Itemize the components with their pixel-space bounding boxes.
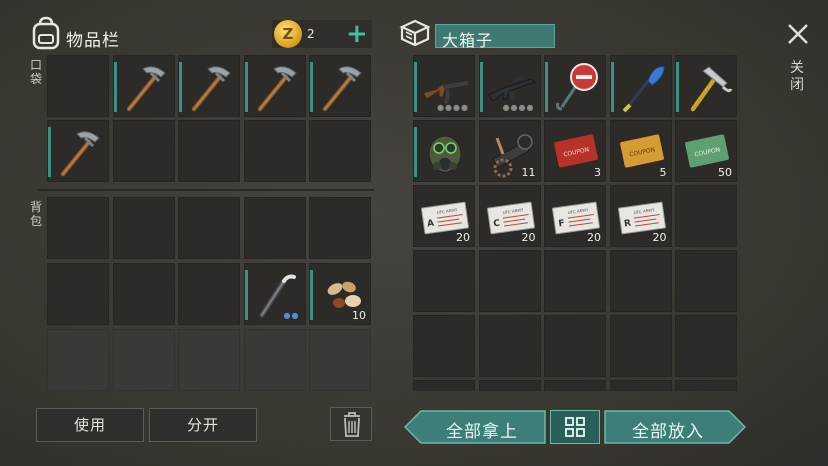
split-button[interactable]: 分开 [149, 408, 257, 442]
container-slot[interactable] [675, 380, 737, 391]
container-slot[interactable] [609, 55, 672, 117]
put-all-label: 全部放入 [632, 422, 704, 442]
item-count: 5 [659, 166, 667, 179]
durability-dots: ●●●● [502, 103, 535, 112]
sort-button[interactable] [550, 410, 600, 444]
item-count: 20 [456, 231, 470, 244]
container-slot[interactable]: UFC ARMY F 20 [544, 185, 606, 247]
container-slot[interactable] [609, 315, 672, 377]
container-slot[interactable] [675, 250, 737, 312]
container-slot[interactable]: UFC ARMY R 20 [609, 185, 672, 247]
stop-sign-icon [556, 63, 598, 111]
put-all-button[interactable]: 全部放入 [604, 410, 746, 444]
container-slot[interactable] [478, 380, 541, 391]
container-slot[interactable] [544, 250, 606, 312]
container-slot[interactable] [544, 380, 606, 391]
container-slot[interactable] [413, 250, 475, 312]
container-slot[interactable] [675, 315, 737, 377]
container-slot[interactable] [675, 185, 737, 247]
container-slot[interactable] [675, 55, 737, 117]
take-all-label: 全部拿上 [446, 422, 518, 442]
take-all-button[interactable]: 全部拿上 [404, 410, 546, 444]
gas-mask-icon [428, 135, 462, 173]
paddle-icon [622, 66, 665, 113]
container-slot[interactable]: UFC ARMY A 20 [413, 185, 475, 247]
container-slot[interactable]: ●●●● [413, 55, 475, 117]
use-button[interactable]: 使用 [36, 408, 144, 442]
container-slot[interactable]: ●●●● [478, 55, 541, 117]
container-slot[interactable] [413, 120, 475, 182]
trash-icon [344, 412, 360, 437]
item-count: 11 [521, 166, 536, 179]
container-slot[interactable] [413, 315, 475, 377]
trash-button[interactable] [330, 407, 372, 441]
container-slot[interactable]: COUPON 50 [675, 120, 737, 182]
container-slot[interactable] [413, 380, 475, 391]
hammer-icon [690, 66, 733, 112]
container-slot[interactable] [544, 55, 606, 117]
container-slot[interactable]: 11 [478, 120, 541, 182]
item-count: 20 [587, 231, 601, 244]
container-slot[interactable] [544, 315, 606, 377]
item-count: 20 [652, 231, 667, 244]
container-slot[interactable] [609, 250, 672, 312]
svg-text:A: A [427, 219, 435, 230]
svg-text:R: R [623, 219, 631, 230]
item-count: 3 [594, 166, 601, 179]
container-slot[interactable] [609, 380, 672, 391]
grid-sort-icon [565, 417, 585, 437]
container-grid: ●●●● ●●●● 11 COUPON 3 COUPON 5 COUPON 50 UFC ARMY… [0, 0, 828, 391]
container-slot[interactable] [478, 315, 541, 377]
container-slot[interactable]: COUPON 5 [609, 120, 672, 182]
container-slot[interactable] [478, 250, 541, 312]
item-count: 20 [521, 231, 536, 244]
durability-dots: ●●●● [437, 103, 469, 112]
item-count: 50 [718, 166, 732, 179]
container-slot[interactable]: UFC ARMY C 20 [478, 185, 541, 247]
container-slot[interactable]: COUPON 3 [544, 120, 606, 182]
